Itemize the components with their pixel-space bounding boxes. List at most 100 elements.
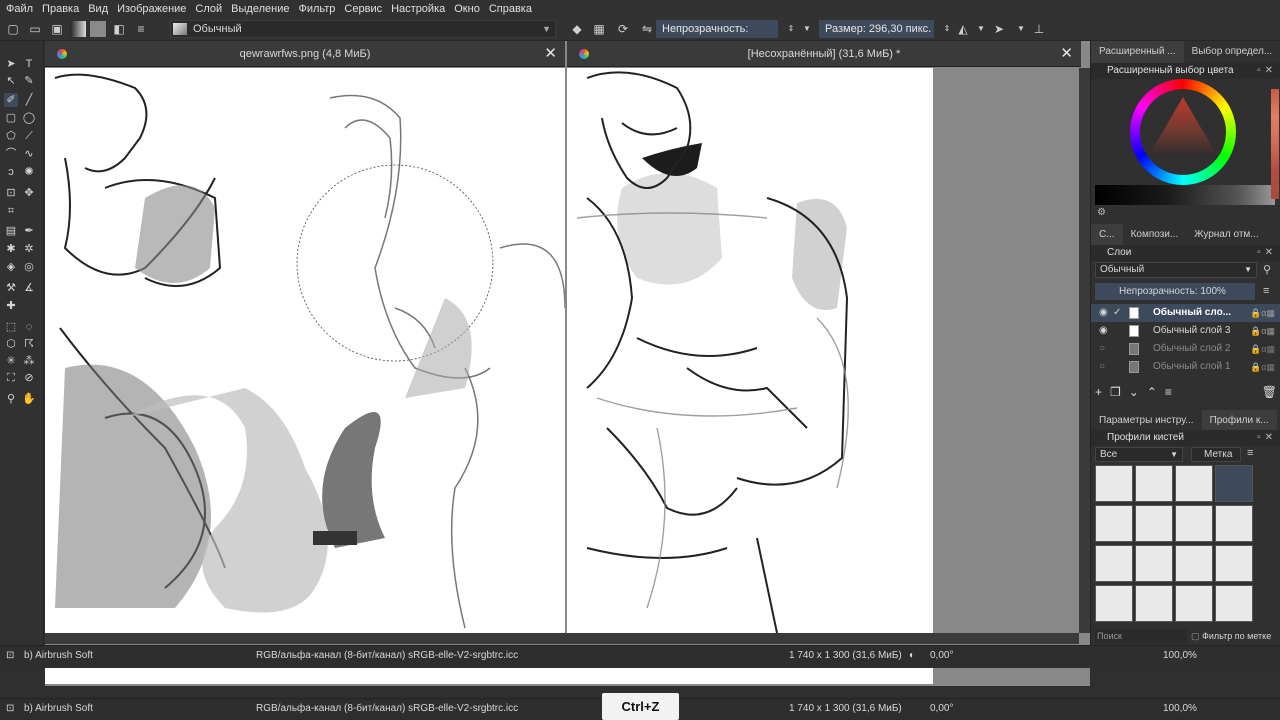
layers-blend-select[interactable]: Обычный ▼: [1095, 262, 1257, 278]
tab-advanced-color[interactable]: Расширенный ...: [1091, 41, 1184, 63]
brush-preset-soft[interactable]: [1175, 465, 1213, 502]
panel-close-icon[interactable]: ▫✕: [1257, 430, 1277, 446]
layer-row[interactable]: ◉ Обычный слой 3 🔒α▦: [1091, 322, 1280, 340]
bezier-select-icon[interactable]: ⛶: [4, 371, 18, 385]
current-brush-name[interactable]: b) Airbrush Soft: [24, 703, 93, 714]
menu-view[interactable]: Вид: [88, 3, 108, 15]
chevron-down-icon[interactable]: ▼: [1012, 20, 1030, 38]
polygon-select-icon[interactable]: ⬡: [4, 337, 18, 351]
menu-edit[interactable]: Правка: [42, 3, 79, 15]
enclose-fill-icon[interactable]: ◎: [22, 260, 36, 274]
delete-layer-icon[interactable]: 🗑: [1262, 385, 1277, 401]
right-document-canvas[interactable]: [567, 68, 933, 633]
menu-tools[interactable]: Сервис: [344, 3, 382, 15]
filter-icon[interactable]: ⚲: [1263, 263, 1271, 276]
freehand-select-icon[interactable]: ☈: [22, 337, 36, 351]
brush-filter-select[interactable]: Все ▼: [1095, 447, 1183, 462]
brush-preset-pencil[interactable]: [1175, 545, 1213, 582]
pattern-icon[interactable]: [90, 20, 106, 37]
ellipse-select-icon[interactable]: ◌: [22, 320, 36, 334]
tab-tool-options[interactable]: Параметры инстру...: [1091, 410, 1202, 432]
layer-row[interactable]: ○ Обычный слой 2 🔒α▦: [1091, 340, 1280, 358]
layer-name[interactable]: Обычный слой 3: [1153, 322, 1230, 340]
freehand-brush-icon[interactable]: ✐: [4, 93, 18, 107]
new-document-icon[interactable]: ▢: [4, 20, 22, 38]
move-down-icon[interactable]: ⌄: [1129, 385, 1139, 401]
fill-tool-icon[interactable]: ◈: [4, 260, 18, 274]
check-icon[interactable]: ✓: [1113, 304, 1121, 322]
add-layer-icon[interactable]: +: [1095, 385, 1102, 401]
tab-undo-history[interactable]: Журнал отм...: [1186, 224, 1266, 246]
menu-layer[interactable]: Слой: [195, 3, 222, 15]
tab-right-document[interactable]: [Несохранённый] (31,6 МиБ) * ✕: [567, 41, 1081, 67]
horizontal-mirror-icon[interactable]: ◭: [954, 20, 972, 38]
settings-icon[interactable]: ⚙: [1097, 207, 1106, 218]
brush-preset-chalk[interactable]: [1095, 585, 1133, 622]
eye-hidden-icon[interactable]: ○: [1099, 340, 1105, 358]
opacity-field[interactable]: Непрозрачность: 100%: [656, 20, 778, 53]
save-icon[interactable]: ▣: [48, 20, 66, 38]
rotation-value[interactable]: 0,00°: [930, 650, 953, 661]
brush-tag-button[interactable]: Метка: [1191, 447, 1241, 462]
blend-mode-select[interactable]: Обычный ▼: [170, 20, 556, 38]
measure-tool-icon[interactable]: ∡: [22, 281, 36, 295]
calligraphy-icon[interactable]: ✎: [22, 74, 36, 88]
color-history-bar[interactable]: [1095, 185, 1275, 205]
magnetic-select-icon[interactable]: ⊘: [22, 371, 36, 385]
gradient-tool-icon[interactable]: ▤: [4, 224, 18, 238]
brush-search-input[interactable]: Поиск: [1095, 629, 1187, 643]
lock-icon[interactable]: 🔒α▦: [1250, 304, 1275, 322]
layer-row[interactable]: ○ Обычный слой 1 🔒α▦: [1091, 358, 1280, 376]
fg-bg-color-icon[interactable]: ◧: [110, 20, 128, 38]
colorize-mask-icon[interactable]: ✱: [4, 242, 18, 256]
contiguous-select-icon[interactable]: ✳: [4, 354, 18, 368]
ellipse-tool-icon[interactable]: ◯: [22, 111, 36, 125]
lock-icon[interactable]: 🔒α▦: [1250, 358, 1275, 376]
brush-preset-airbrush[interactable]: [1215, 465, 1253, 502]
duplicate-layer-icon[interactable]: ❐: [1110, 385, 1121, 401]
layer-name[interactable]: Обычный сло...: [1153, 304, 1231, 322]
size-field[interactable]: Размер: 296,30 пикс.: [819, 20, 934, 38]
brush-preset-charcoal[interactable]: [1175, 585, 1213, 622]
alpha-lock-icon[interactable]: ▦: [590, 20, 608, 38]
vertical-scrollbar[interactable]: [1079, 68, 1090, 633]
brush-preset-ink[interactable]: [1095, 505, 1133, 542]
tab-layers[interactable]: С...: [1091, 224, 1123, 246]
close-icon[interactable]: ✕: [544, 41, 557, 67]
reference-tool-icon[interactable]: ✚: [4, 299, 18, 313]
brush-preset-pencil-2[interactable]: [1215, 545, 1253, 582]
mirror-icon[interactable]: ⇋: [638, 20, 656, 38]
freehand-path-icon[interactable]: ∿: [22, 147, 36, 161]
text-tool-icon[interactable]: T: [22, 57, 36, 71]
brush-preset-charcoal-2[interactable]: [1215, 585, 1253, 622]
color-swatches[interactable]: [1271, 89, 1279, 199]
menu-filter[interactable]: Фильтр: [298, 3, 335, 15]
layer-row-active[interactable]: ◉ ✓ Обычный сло... 🔒α▦: [1091, 304, 1280, 322]
brush-preset-marker[interactable]: [1135, 465, 1173, 502]
similar-select-icon[interactable]: ⁂: [22, 354, 36, 368]
bezier-tool-icon[interactable]: ⌒: [4, 147, 18, 161]
reload-preset-icon[interactable]: ⟳: [614, 20, 632, 38]
select-shapes-icon[interactable]: ➤: [4, 57, 18, 71]
eye-icon[interactable]: ◉: [1099, 304, 1108, 322]
properties-icon[interactable]: ≡: [1165, 385, 1172, 401]
smart-patch-icon[interactable]: ✲: [22, 242, 36, 256]
brush-preset-brush[interactable]: [1095, 545, 1133, 582]
layer-name[interactable]: Обычный слой 2: [1153, 340, 1230, 358]
transform-tool-icon[interactable]: ⊡: [4, 186, 18, 200]
left-document-canvas[interactable]: [45, 68, 565, 633]
brush-settings-icon[interactable]: ≡: [132, 20, 150, 38]
zoom-tool-icon[interactable]: ⚲: [4, 392, 18, 406]
move-tool-icon[interactable]: ✥: [22, 186, 36, 200]
brush-preset-brush-2[interactable]: [1135, 545, 1173, 582]
line-tool-icon[interactable]: ╱: [22, 93, 36, 107]
eye-icon[interactable]: ◉: [1099, 322, 1108, 340]
brush-preset-ink-2[interactable]: [1135, 505, 1173, 542]
color-sampler-icon[interactable]: ✒: [22, 224, 36, 238]
color-selector[interactable]: ⚙: [1091, 79, 1280, 219]
current-brush-name[interactable]: b) Airbrush Soft: [24, 650, 93, 661]
tab-specific-color[interactable]: Выбор определ...: [1184, 41, 1280, 63]
layers-menu-icon[interactable]: ≡: [1263, 285, 1269, 297]
zoom-value[interactable]: 100,0%: [1163, 650, 1197, 661]
open-folder-icon[interactable]: ▭: [26, 20, 44, 38]
